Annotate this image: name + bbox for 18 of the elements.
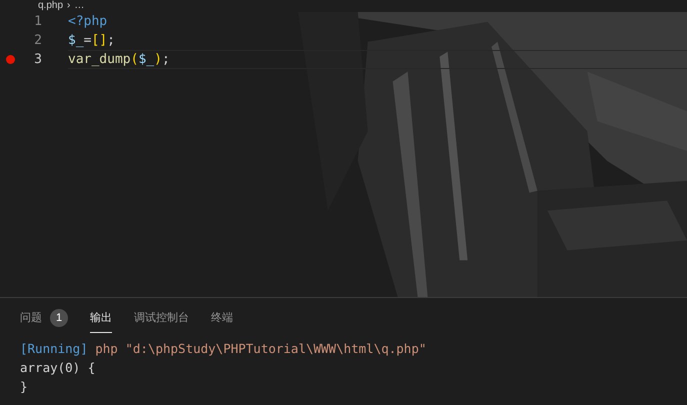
panel-tab[interactable]: 终端: [211, 303, 233, 333]
output-line: }: [20, 378, 29, 396]
breakpoint-icon[interactable]: [6, 55, 14, 64]
line-number: 2: [33, 32, 42, 50]
code-line: <?php: [68, 12, 108, 31]
panel-tab[interactable]: 调试控制台: [134, 303, 189, 333]
problem-count-badge: 1: [50, 309, 68, 327]
line-number: 1: [33, 12, 42, 31]
panel-tab[interactable]: 输出: [90, 303, 112, 333]
panel-tab[interactable]: 问题: [20, 303, 42, 333]
line-number: 3: [33, 50, 42, 69]
code-line: $_=[];: [68, 32, 116, 50]
output-line: [Running] php "d:\phpStudy\PHPTutorial\WWW\html\q.php": [20, 340, 428, 358]
output-line: array(0) {: [20, 359, 96, 377]
breadcrumb-more[interactable]: …: [74, 0, 84, 12]
code-line: var_dump($_);: [68, 50, 687, 69]
breadcrumb-file[interactable]: q.php: [38, 0, 64, 12]
breadcrumb-separator: ›: [67, 0, 70, 12]
